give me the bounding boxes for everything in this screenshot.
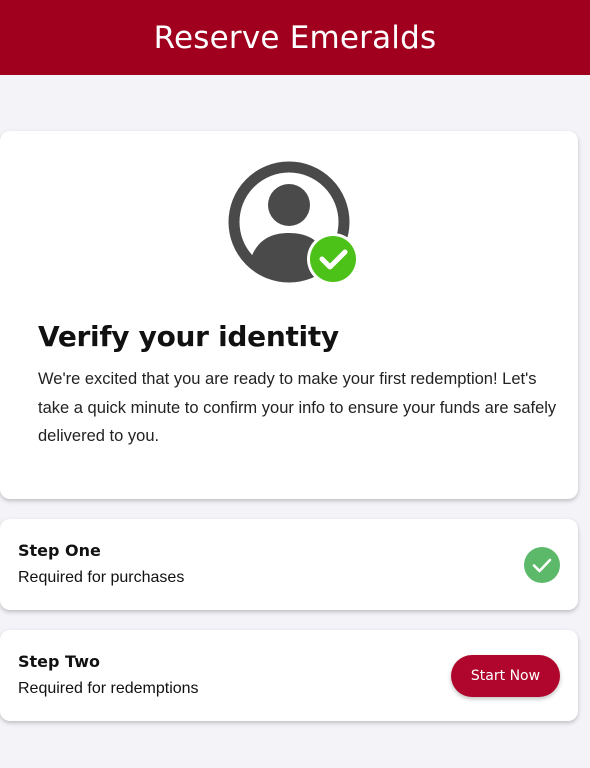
verified-avatar <box>228 161 358 285</box>
step-two-card: Step Two Required for redemptions Start … <box>0 630 578 721</box>
step-two-subtitle: Required for redemptions <box>18 680 199 697</box>
step-two-title: Step Two <box>18 652 100 671</box>
check-circle-icon <box>524 547 560 583</box>
step-one-card: Step One Required for purchases <box>0 519 578 610</box>
start-now-button[interactable]: Start Now <box>451 655 560 697</box>
verify-title: Verify your identity <box>38 320 339 353</box>
step-one-subtitle: Required for purchases <box>18 569 185 586</box>
verify-description: We're excited that you are ready to make… <box>38 370 557 445</box>
app-header: Reserve Emeralds <box>0 0 590 75</box>
check-badge-icon <box>307 233 358 285</box>
step-one-title: Step One <box>18 541 101 560</box>
user-avatar-icon <box>228 161 358 285</box>
page-title: Reserve Emeralds <box>153 19 437 56</box>
